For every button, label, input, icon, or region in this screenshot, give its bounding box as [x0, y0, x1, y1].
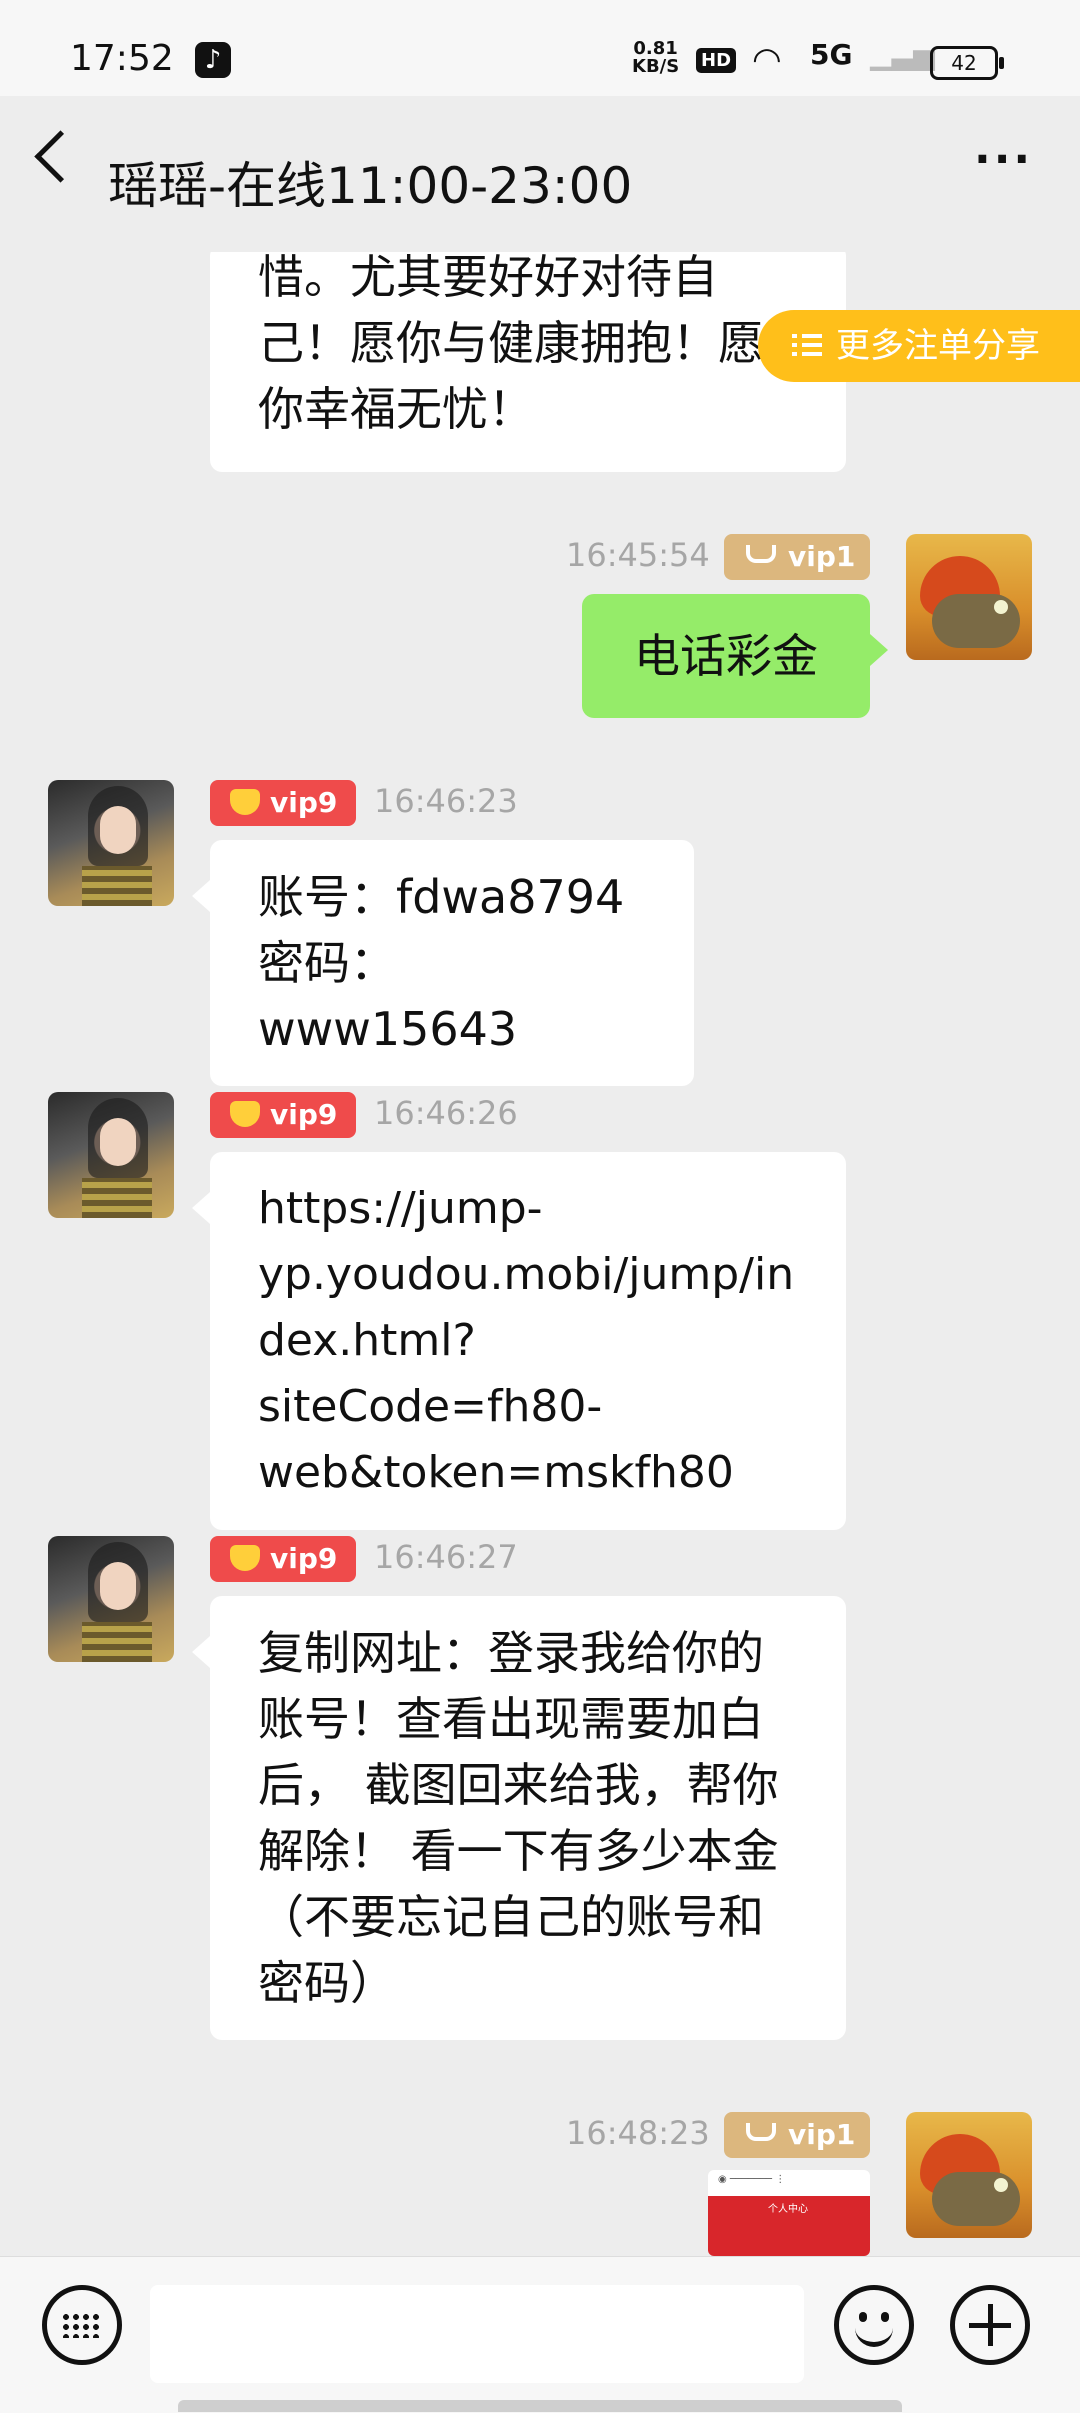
thumbnail-banner: 个人中心 — [708, 2196, 870, 2256]
message-bubble-received[interactable]: 惜。尤其要好好对待自 己！愿你与健康拥抱！愿 你幸福无忧！ — [210, 252, 846, 472]
keyboard-icon[interactable] — [42, 2285, 122, 2365]
vip-gem-icon — [230, 1101, 260, 1127]
message-line: 解除！ 看一下有多少本金 — [258, 1824, 779, 1878]
message-bubble-received[interactable]: 账号：fdwa8794 密码：www15643 — [192, 840, 694, 1086]
message-line: dex.html?siteCode=fh80- — [258, 1315, 603, 1432]
message-bubble-sent[interactable]: 电话彩金 — [582, 594, 888, 718]
vip-badge: vip9 — [210, 1092, 356, 1138]
message-line: 己！愿你与健康拥抱！愿 — [258, 316, 764, 370]
message-line: web&token=mskfh80 — [258, 1447, 734, 1498]
avatar-self[interactable] — [906, 534, 1032, 660]
image-message-thumbnail[interactable]: ◉ ─────── ⋮ 个人中心 — [708, 2170, 870, 2256]
vip-badge: vip1 — [724, 2112, 870, 2158]
vip-label: vip9 — [270, 1542, 338, 1575]
vip-badge: vip9 — [210, 1536, 356, 1582]
chat-header: 瑶瑶-在线11:00-23:00 ··· — [0, 96, 1080, 252]
tiktok-icon: ♪ — [195, 42, 231, 78]
message-line: 你幸福无忧！ — [258, 382, 534, 436]
vip-gem-icon — [230, 789, 260, 815]
message-input[interactable] — [150, 2285, 804, 2383]
share-button-label: 更多注单分享 — [836, 326, 1040, 366]
navigation-handle[interactable] — [178, 2400, 902, 2412]
message-line: 密码） — [258, 1956, 396, 2010]
message-line: 账号！查看出现需要加白 — [258, 1692, 764, 1746]
vip-badge: vip9 — [210, 780, 356, 826]
vip-label: vip9 — [270, 1098, 338, 1131]
emoji-icon[interactable] — [834, 2285, 914, 2365]
plus-icon[interactable] — [950, 2285, 1030, 2365]
message-timestamp: 16:45:54 — [566, 536, 710, 574]
more-options-button[interactable]: ··· — [974, 134, 1033, 185]
more-bet-share-button[interactable]: 更多注单分享 — [758, 310, 1080, 382]
vip-badge: vip1 — [724, 534, 870, 580]
message-line: 密码：www15643 — [258, 936, 518, 1056]
vip-chevron-icon — [746, 2123, 776, 2141]
hd-icon: HD — [696, 48, 737, 73]
avatar-contact[interactable] — [48, 1536, 174, 1662]
message-line: 账号：fdwa8794 — [258, 870, 625, 924]
message-line: https://jump- — [258, 1183, 543, 1234]
signal-bars-icon: ▁▃▅ — [870, 38, 935, 71]
status-bar: 17:52 ♪ 0.81 KB/S HD ◠ 5G ▁▃▅ 42 — [0, 0, 1080, 96]
network-speed-unit: KB/S — [632, 56, 680, 77]
thumbnail-header: ◉ ─────── ⋮ — [718, 2174, 786, 2185]
vip-label: vip1 — [788, 540, 856, 573]
message-timestamp: 16:46:26 — [374, 1094, 518, 1132]
vip-gem-icon — [230, 1545, 260, 1571]
avatar-contact[interactable] — [48, 780, 174, 906]
message-list[interactable]: 惜。尤其要好好对待自 己！愿你与健康拥抱！愿 你幸福无忧！ 16:45:54 v… — [0, 252, 1080, 2256]
avatar-self[interactable] — [906, 2112, 1032, 2238]
message-bubble-received[interactable]: 复制网址：登录我给你的 账号！查看出现需要加白 后， 截图回来给我，帮你 解除！… — [192, 1596, 846, 2040]
message-bubble-received[interactable]: https://jump- yp.youdou.mobi/jump/in dex… — [192, 1152, 846, 1530]
avatar-contact[interactable] — [48, 1092, 174, 1218]
vip-label: vip9 — [270, 786, 338, 819]
message-timestamp: 16:48:23 — [566, 2114, 710, 2152]
vip-label: vip1 — [788, 2118, 856, 2151]
message-line: yp.youdou.mobi/jump/in — [258, 1249, 795, 1300]
signal-5g-icon: 5G — [810, 38, 853, 71]
list-icon — [792, 331, 822, 358]
battery-icon: 42 — [930, 46, 1004, 80]
message-timestamp: 16:46:23 — [374, 782, 518, 820]
chevron-left-icon[interactable] — [34, 130, 87, 183]
message-timestamp: 16:46:27 — [374, 1538, 518, 1576]
message-line: 惜。尤其要好好对待自 — [258, 252, 718, 304]
message-line: 后， 截图回来给我，帮你 — [258, 1758, 779, 1812]
vip-chevron-icon — [746, 545, 776, 563]
thumbnail-title: 个人中心 — [768, 2204, 808, 2215]
message-line: （不要忘记自己的账号和 — [258, 1890, 764, 1944]
status-time: 17:52 — [70, 38, 174, 79]
network-speed: 0.81 KB/S — [632, 40, 679, 76]
chat-title: 瑶瑶-在线11:00-23:00 — [108, 157, 633, 215]
input-bar — [0, 2256, 1080, 2413]
message-line: 复制网址：登录我给你的 — [258, 1626, 764, 1680]
wifi-icon: ◠ — [752, 40, 782, 80]
message-text: 电话彩金 — [634, 629, 818, 683]
